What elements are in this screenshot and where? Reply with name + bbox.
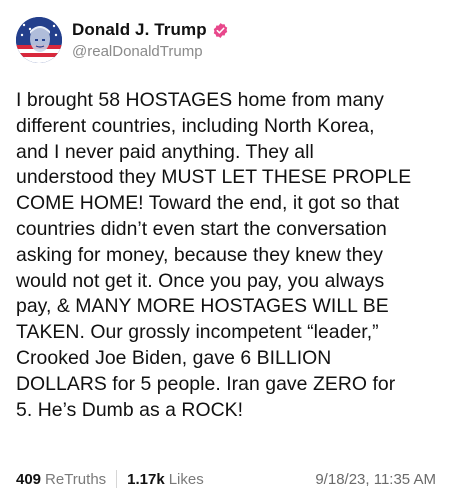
stat-divider <box>116 470 118 488</box>
likes-count: 1.17k <box>127 470 165 488</box>
post-footer: 409 ReTruths 1.17k Likes 9/18/23, 11:35 … <box>16 468 436 490</box>
retruths-stat[interactable]: 409 ReTruths <box>16 471 106 488</box>
avatar[interactable] <box>16 17 62 63</box>
likes-stat[interactable]: 1.17k Likes <box>127 471 204 488</box>
retruths-count: 409 <box>16 470 42 488</box>
display-name-row: Donald J. Trump <box>72 20 229 40</box>
likes-label: Likes <box>168 470 204 488</box>
account-names: Donald J. Trump @realDonaldTrump <box>72 20 229 60</box>
verified-badge-icon <box>212 22 229 39</box>
post-card: Donald J. Trump @realDonaldTrump I broug… <box>0 0 452 500</box>
retruths-label: ReTruths <box>45 470 107 488</box>
post-text: I brought 58 HOSTAGES home from many dif… <box>16 89 412 421</box>
post-header: Donald J. Trump @realDonaldTrump <box>16 14 436 66</box>
display-name[interactable]: Donald J. Trump <box>72 20 207 40</box>
avatar-image <box>16 17 62 63</box>
post-timestamp: 9/18/23, 11:35 AM <box>315 470 436 488</box>
account-handle[interactable]: @realDonaldTrump <box>72 43 229 60</box>
